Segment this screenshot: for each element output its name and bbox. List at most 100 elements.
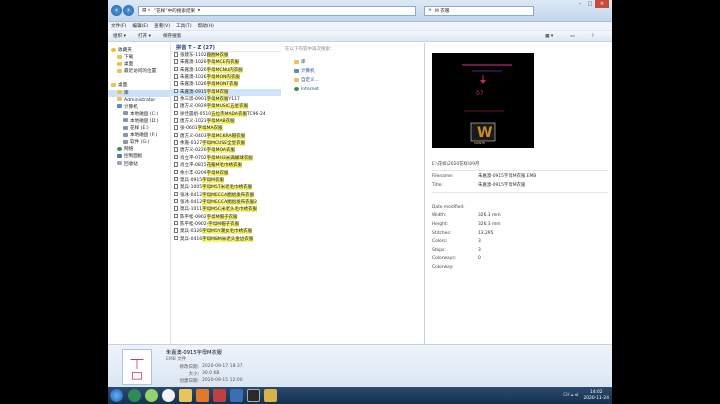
search-again-label: 自定义... [301,78,319,83]
taskbar-app-video-icon[interactable] [230,389,243,402]
file-row[interactable]: 唐方义-0403字母MCKRA帽衣服 [171,132,281,140]
open-button[interactable]: 打开 ▾ [138,33,151,39]
menu-item[interactable]: 文件(F) [111,23,126,29]
chevron-down-icon[interactable]: ▸ [198,8,200,13]
close-button[interactable]: × [595,0,609,8]
nav-item-label: 桌面 [124,62,134,68]
file-row[interactable]: 余嘉-0327字母MCUSE全皇衣服 [171,140,281,147]
search-again-item[interactable]: Internet [294,85,421,94]
preview-field-key: Date modified: [432,204,465,210]
file-name-match: 字母MOA衣服 [206,148,236,154]
file-row[interactable]: 朱嘉澳-1026字母MCE内衣服 [171,59,281,66]
file-row[interactable]: 余小丰-0209字母M衣服 [171,169,281,177]
nav-item[interactable]: 软件 (G:) [108,139,170,146]
file-name-prefix: 唐方义-1023 [180,119,207,125]
organize-button[interactable]: 组织 ▾ [113,33,126,39]
nav-item[interactable]: 本地磁盘 (C:) [108,111,170,118]
nav-item[interactable]: 桌面 [108,82,170,89]
disk-icon [123,118,128,123]
file-row[interactable]: 朱嘉澳-0915字母M衣服 [171,88,281,97]
file-row[interactable]: 肖立平-0702字母MH3米满蝴球衣服 [171,154,281,162]
nav-item[interactable]: 花样 (E:) [108,125,170,132]
view-options-icon[interactable]: ▦ ▾ [545,34,553,39]
list-group-header[interactable]: 拼音 T - Z (27) [171,44,281,52]
file-row[interactable]: 莫兵-0326字母M5Y潮女毛巾绣衣服 [171,228,281,235]
taskbar-app-design-icon[interactable] [213,389,226,402]
maximize-button[interactable]: □ [585,0,595,8]
file-name-prefix: 余小丰-0209 [180,170,207,176]
computer-icon [294,68,299,73]
taskbar-clock[interactable]: 14:02 2020-11-24 [583,390,612,401]
nav-item[interactable]: 本地磁盘 (D:) [108,118,170,125]
content-area: 收藏夹 下载 桌面 最近访问的位置 桌面库 Administrator 计算机 本地磁盘 (C… [108,43,612,344]
file-row[interactable]: 莫兵-1011字母M5C米老头毛巾绣衣服 [171,206,281,213]
file-row[interactable]: 朱嘉澳-1026字母MON内衣服 [171,74,281,81]
file-row[interactable]: 余三思-0901字母M衣服Y117 [171,96,281,103]
file-name-match: 圆圈M衣服 [206,53,229,58]
taskbar-app-media-icon[interactable] [196,389,209,402]
nav-item[interactable]: 最近访问的位置 [108,68,170,75]
file-name-prefix: 张冰-0412 [180,199,203,205]
file-row[interactable]: 肖立平-0815花瓣M毛巾绣衣服 [171,162,281,169]
back-button[interactable]: ‹ [111,5,122,16]
preview-field: Colorways: 0 [432,255,608,264]
nav-item[interactable]: 桌面 [108,61,170,68]
file-name-match: 字母MECCA圈组发布衣服2 [202,199,258,205]
file-row[interactable]: 朱嘉澳-1026字母MCNU内衣服 [171,66,281,74]
taskbar-app-wechat-icon[interactable] [145,389,158,402]
start-button[interactable] [110,389,123,402]
nav-item[interactable]: 库 [108,89,170,97]
search-again-item[interactable]: 库 [294,58,421,67]
file-row[interactable]: 张冰-0412字母MECCA圈组发布衣服 [171,191,281,199]
file-row[interactable]: 莫兵-0416字母M8M米老头金边衣服 [171,235,281,243]
search-again-item[interactable]: 计算机 [294,67,421,76]
file-row[interactable]: 莫兵-0915字母M衣服 [171,176,281,184]
taskbar-app-browser-icon[interactable] [128,389,141,402]
file-row[interactable]: 陈平松-0902-字母M帽子衣服 [171,220,281,228]
system-tray[interactable]: CH ▴ ◂) [563,393,578,398]
forward-button[interactable]: › [123,5,134,16]
search-input[interactable]: × M 衣服 [424,5,534,16]
embroidery-preview-image: 07 W MONTE [432,53,534,148]
clear-search-icon[interactable]: × [428,8,432,13]
file-name-match: 字母MAB衣服 [206,119,235,125]
details-field-key: 修改日期: [179,365,199,370]
taskbar-app-qq-icon[interactable] [162,389,175,402]
file-row[interactable]: 唐方义-1023字母MAB衣服 [171,118,281,125]
taskbar-app-player-icon[interactable] [247,389,260,402]
nav-item[interactable]: 控制面板 [108,153,170,160]
file-row[interactable]: 徐佳晨组-0510五位杰MADA衣服TC96-24 [171,110,281,118]
star-icon [111,47,116,52]
nav-item-label: 下载 [124,55,134,61]
preview-field-value: 326.3 mm [478,213,501,219]
nav-item-label: 回收站 [124,161,138,167]
nav-item[interactable]: 收藏夹 [108,47,170,54]
menu-item[interactable]: 工具(T) [176,23,192,29]
menu-item[interactable]: 帮助(H) [198,23,214,29]
file-row[interactable]: 陈平松-0902字母M帽子衣服 [171,213,281,221]
save-search-button[interactable]: 保存搜索 [163,33,181,39]
menu-item[interactable]: 编辑(E) [132,23,148,29]
minimize-button[interactable]: – [575,0,585,8]
file-row[interactable]: 张-0601字母MA衣服 [171,125,281,132]
nav-item[interactable]: Administrator [108,97,170,104]
nav-item[interactable]: 计算机 [108,104,170,111]
file-row[interactable]: 朱嘉澳-1026字母MONT衣服 [171,81,281,88]
taskbar-app-explorer-icon[interactable] [179,389,192,402]
address-field[interactable]: ▤ » “花样”中的搜索结果 ▸ [138,5,416,16]
file-row[interactable]: 唐方义-0929字母MUSIC五星衣服 [171,103,281,110]
nav-item[interactable]: 回收站 [108,161,170,168]
file-row[interactable]: 莫兵-1005字母M5T米老毛巾绣衣服 [171,184,281,191]
nav-item[interactable]: 下载 [108,54,170,61]
file-row[interactable]: 张冰-0412字母MECCA圈组发布衣服2 [171,198,281,206]
preview-pane-icon[interactable]: ▭ [570,34,574,39]
nav-item[interactable]: 网络 [108,146,170,153]
file-row[interactable]: 张建东-1102圆圈M衣服 [171,52,281,59]
search-again-item[interactable]: 自定义... [294,76,421,85]
taskbar-app-folder-icon[interactable] [264,389,277,402]
file-name-match: 字母MUSIC五星衣服 [206,104,249,110]
menu-item[interactable]: 查看(V) [154,23,170,29]
file-row[interactable]: 唐方义-0226字母MOA衣服 [171,147,281,154]
help-icon[interactable]: ? [592,34,594,39]
nav-item[interactable]: 本地磁盘 (F:) [108,132,170,139]
